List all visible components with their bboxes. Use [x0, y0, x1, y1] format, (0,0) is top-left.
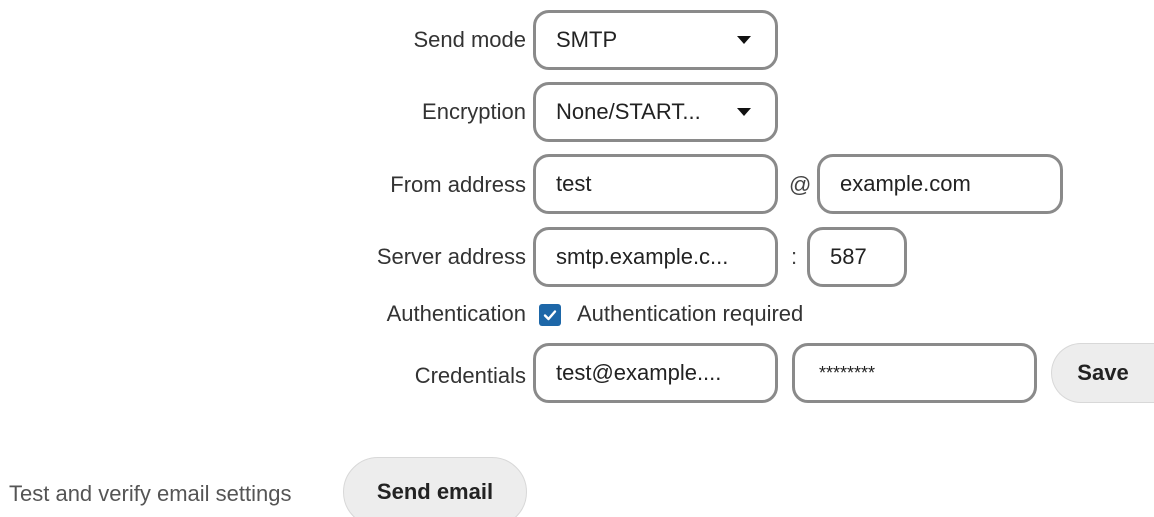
- from-domain-value: example.com: [840, 171, 971, 196]
- password-input[interactable]: ********: [792, 343, 1037, 403]
- save-button[interactable]: Save: [1051, 343, 1154, 403]
- port-separator: :: [791, 244, 798, 269]
- authentication-label: Authentication: [386, 301, 526, 326]
- from-user-input[interactable]: test: [533, 154, 778, 214]
- send-mode-label: Send mode: [413, 27, 526, 52]
- caret-down-icon: [737, 108, 751, 116]
- credentials-label: Credentials: [414, 363, 526, 388]
- send-mode-value: SMTP: [556, 27, 618, 52]
- from-domain-input[interactable]: example.com: [817, 154, 1063, 214]
- server-host-value: smtp.example.c...: [556, 244, 729, 269]
- server-port-input[interactable]: 587: [807, 227, 907, 287]
- at-separator: @: [789, 172, 812, 197]
- username-input[interactable]: test@example....: [533, 343, 778, 403]
- server-port-value: 587: [830, 244, 867, 269]
- encryption-select[interactable]: None/START...: [533, 82, 778, 142]
- send-mode-select[interactable]: SMTP: [533, 10, 778, 70]
- username-value: test@example....: [556, 360, 722, 385]
- encryption-label: Encryption: [422, 99, 526, 124]
- password-value: ********: [819, 362, 876, 383]
- send-email-button[interactable]: Send email: [343, 457, 527, 517]
- caret-down-icon: [737, 36, 751, 44]
- server-host-input[interactable]: smtp.example.c...: [533, 227, 778, 287]
- from-user-value: test: [556, 171, 592, 196]
- checkmark-icon: [543, 310, 557, 321]
- test-email-description: Test and verify email settings: [9, 481, 292, 506]
- server-address-label: Server address: [376, 244, 526, 269]
- authentication-checkbox-label[interactable]: Authentication required: [577, 301, 803, 327]
- email-settings-panel: Send mode SMTP Encryption None/START... …: [0, 0, 1154, 517]
- encryption-value: None/START...: [556, 99, 701, 124]
- authentication-checkbox[interactable]: [539, 304, 561, 326]
- from-address-label: From address: [390, 172, 526, 197]
